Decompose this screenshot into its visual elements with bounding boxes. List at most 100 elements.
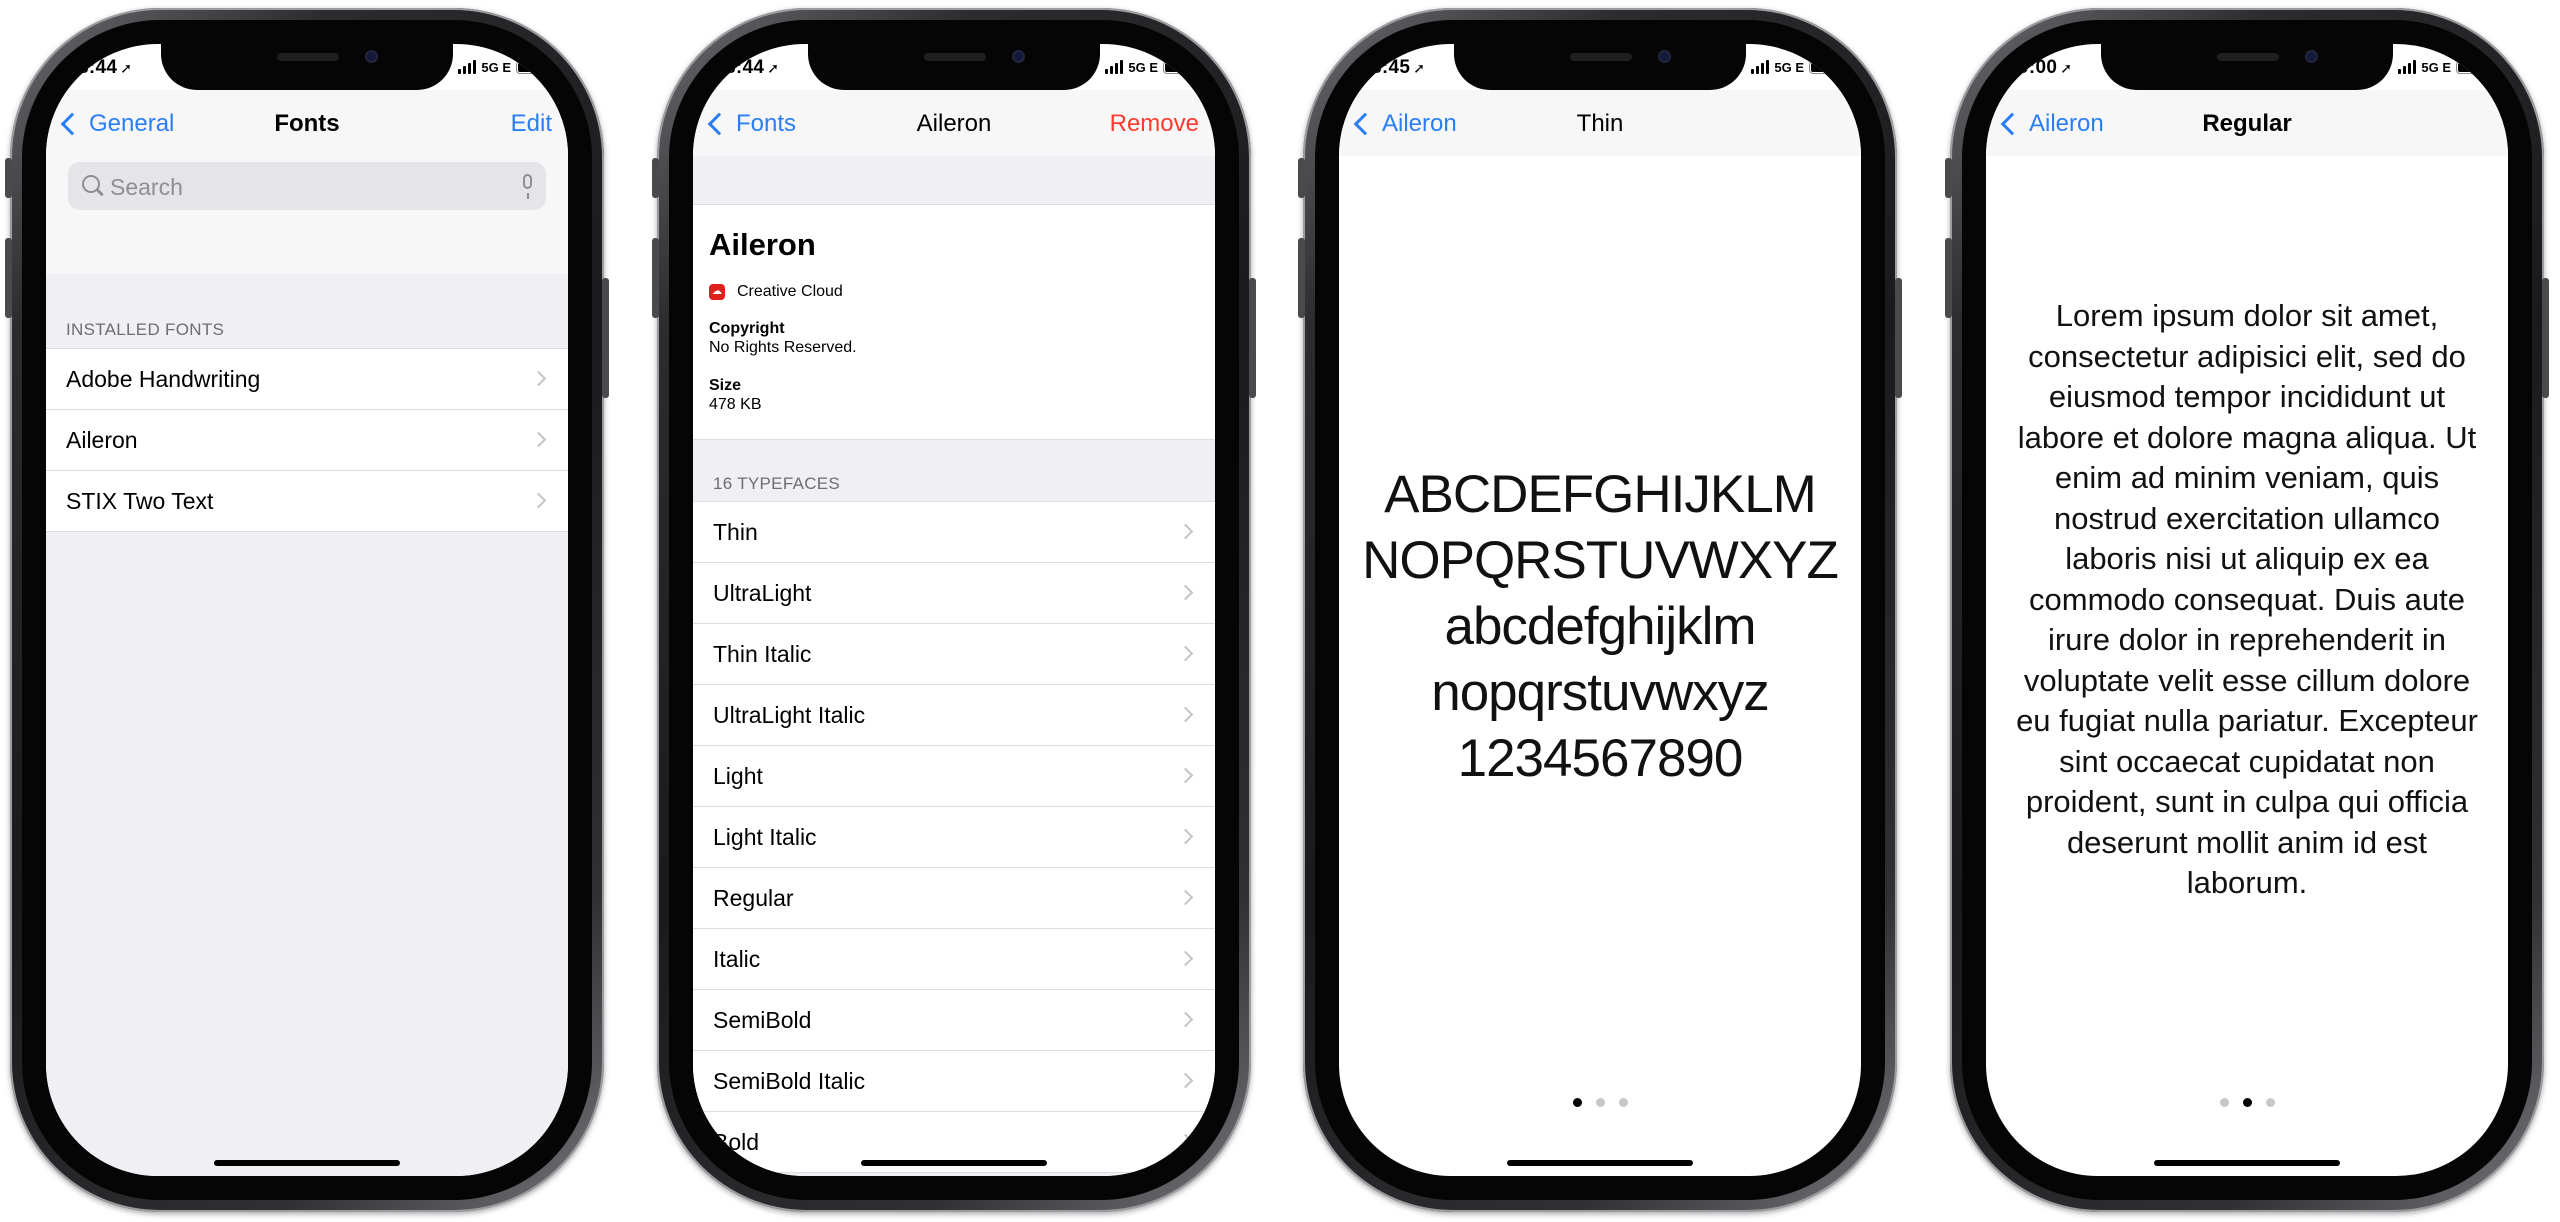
chevron-right-icon [1177, 828, 1194, 845]
nav-title: Regular [2202, 110, 2292, 137]
list-background: INSTALLED FONTS Adobe Handwriting Ailero… [46, 274, 568, 1176]
search-placeholder: Search [110, 174, 183, 200]
page-dot[interactable] [2265, 1098, 2275, 1107]
chevron-right-icon [530, 370, 547, 387]
list-item[interactable]: Aileron [46, 410, 568, 471]
status-time: 8:44 ➚ [725, 57, 780, 78]
search-icon [82, 175, 100, 193]
battery-icon [1163, 60, 1194, 74]
home-indicator[interactable] [861, 1160, 1047, 1166]
chevron-right-icon [530, 431, 547, 448]
side-button [652, 158, 659, 198]
copyright-label: Copyright [709, 320, 785, 337]
list-item[interactable]: Italic [693, 929, 1215, 990]
signal-icon [2398, 60, 2417, 74]
list-item[interactable]: UltraLight Italic [693, 685, 1215, 746]
screen: 8:45 ➚ 5G E Aileron Thin ABCDEFGHIJKLM NO… [1339, 44, 1861, 1176]
page-dot[interactable] [2242, 1098, 2252, 1107]
chevron-right-icon [1177, 1133, 1194, 1150]
home-indicator[interactable] [214, 1160, 400, 1166]
location-arrow-icon: ➚ [2060, 60, 2073, 76]
side-button [1945, 158, 1952, 198]
search-input[interactable]: Search [68, 162, 546, 210]
size-value: 478 KB [709, 396, 762, 413]
chevron-right-icon [1177, 950, 1194, 967]
remove-button[interactable]: Remove [1110, 110, 1199, 138]
sample-line: 1234567890 [1457, 729, 1744, 788]
home-indicator[interactable] [2154, 1160, 2340, 1166]
chevron-right-icon [530, 492, 547, 509]
list-item[interactable]: STIX Two Text [46, 471, 568, 532]
sample-line: nopqrstuvwxyz [1431, 663, 1770, 722]
side-button [2542, 278, 2549, 398]
status-time: 9:00 ➚ [2018, 57, 2073, 78]
creative-cloud-icon: ☁ [709, 284, 725, 300]
battery-icon [1809, 60, 1840, 74]
list-item[interactable]: Thin [693, 502, 1215, 563]
battery-icon [516, 60, 547, 74]
side-button [602, 278, 609, 398]
page-dot[interactable] [1618, 1098, 1628, 1107]
chevron-right-icon [1177, 645, 1194, 662]
side-button [1945, 238, 1952, 318]
source-label: Creative Cloud [737, 283, 843, 300]
chevron-right-icon [1177, 889, 1194, 906]
size-label: Size [709, 377, 742, 394]
list-item[interactable]: Light Italic [693, 807, 1215, 868]
font-list: Adobe Handwriting Aileron STIX Two Text [46, 348, 568, 532]
copyright-value: No Rights Reserved. [709, 339, 857, 356]
phone-regular-preview: 9:00 ➚ 5G E Aileron Regular Lorem ipsum d… [1945, 8, 2549, 1212]
list-item[interactable]: Thin Italic [693, 624, 1215, 685]
content-background: Aileron ☁ Creative Cloud Copyright No Ri… [693, 156, 1215, 1176]
notch [2101, 44, 2393, 90]
page-dot[interactable] [2219, 1098, 2229, 1107]
chevron-right-icon [1177, 706, 1194, 723]
font-info-card: Aileron ☁ Creative Cloud Copyright No Ri… [693, 204, 1215, 440]
home-indicator[interactable] [1507, 1160, 1693, 1166]
notch [161, 44, 453, 90]
notch [1454, 44, 1746, 90]
network-type: 5G E [481, 59, 511, 75]
signal-icon [1751, 60, 1770, 74]
list-item[interactable]: Regular [693, 868, 1215, 929]
side-button [1249, 278, 1256, 398]
page-indicator[interactable] [1986, 1098, 2508, 1107]
sample-line: NOPQRSTUVWXYZ [1362, 531, 1839, 590]
network-type: 5G E [1128, 59, 1158, 75]
battery-icon [2456, 60, 2487, 74]
list-item[interactable]: UltraLight [693, 563, 1215, 624]
side-button [5, 238, 12, 318]
screen: 9:00 ➚ 5G E Aileron Regular Lorem ipsum d… [1986, 44, 2508, 1176]
phone-thin-preview: 8:45 ➚ 5G E Aileron Thin ABCDEFGHIJKLM NO… [1298, 8, 1902, 1212]
typeface-list: Thin UltraLight Thin Italic UltraLight I… [693, 501, 1215, 1173]
location-arrow-icon: ➚ [767, 60, 780, 76]
section-header: 16 TYPEFACES [713, 474, 841, 493]
navigation-bar: General Fonts Edit Search [46, 90, 568, 274]
chevron-right-icon [1177, 767, 1194, 784]
thin-sample: ABCDEFGHIJKLM NOPQRSTUVWXYZ abcdefghijkl… [1339, 462, 1861, 792]
list-item[interactable]: Light [693, 746, 1215, 807]
source-row: ☁ Creative Cloud [709, 283, 843, 301]
phone-fonts-list: 8:44 ➚ 5G E General Fonts Edit Search INS… [5, 8, 609, 1212]
nav-title: Thin [1576, 110, 1624, 137]
side-button [1298, 238, 1305, 318]
network-type: 5G E [1774, 59, 1804, 75]
edit-button[interactable]: Edit [511, 110, 552, 138]
network-type: 5G E [2421, 59, 2451, 75]
list-item[interactable]: SemiBold Italic [693, 1051, 1215, 1112]
navigation-bar: Fonts Aileron Remove [693, 90, 1215, 156]
page-dot[interactable] [1595, 1098, 1605, 1107]
microphone-icon[interactable] [523, 174, 532, 199]
chevron-right-icon [1177, 523, 1194, 540]
location-arrow-icon: ➚ [120, 60, 133, 76]
chevron-right-icon [1177, 1011, 1194, 1028]
screen: 8:44 ➚ 5G E General Fonts Edit Search INS… [46, 44, 568, 1176]
side-button [652, 238, 659, 318]
list-item[interactable]: Adobe Handwriting [46, 349, 568, 410]
sample-line: abcdefghijklm [1444, 597, 1756, 656]
page-indicator[interactable] [1339, 1098, 1861, 1107]
list-item[interactable]: SemiBold [693, 990, 1215, 1051]
font-name: Aileron [709, 227, 816, 262]
side-button [5, 158, 12, 198]
page-dot[interactable] [1572, 1098, 1582, 1107]
